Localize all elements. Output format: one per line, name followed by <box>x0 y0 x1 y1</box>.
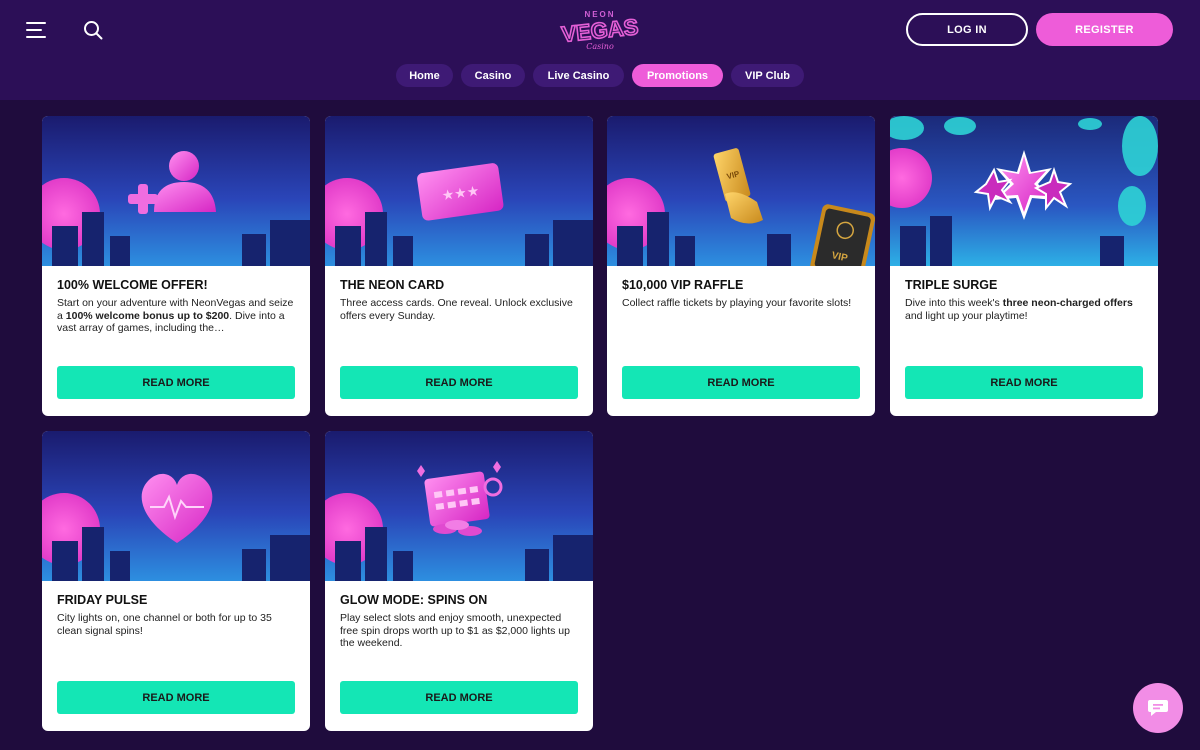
read-more-button[interactable]: READ MORE <box>340 681 578 714</box>
read-more-button[interactable]: READ MORE <box>57 366 295 399</box>
promo-image: ★★★ <box>325 116 593 266</box>
promo-card-glow-mode: GLOW MODE: SPINS ON Play select slots an… <box>325 431 593 731</box>
promo-image <box>42 116 310 266</box>
search-icon[interactable] <box>83 20 103 40</box>
promo-image <box>325 431 593 581</box>
logo-sub-text: Casino <box>586 42 614 51</box>
promo-card-welcome: 100% WELCOME OFFER! Start on your advent… <box>42 116 310 416</box>
promo-card-vip-raffle: VIP VIP $10,000 VIP RAFFLE Collect raffl… <box>607 116 875 416</box>
tab-live-casino[interactable]: Live Casino <box>533 64 624 87</box>
promo-description: Dive into this week's three neon-charged… <box>905 297 1133 322</box>
promo-description: Collect raffle tickets by playing your f… <box>622 297 852 309</box>
site-header: NEON VEGAS Casino LOG IN REGISTER Home C… <box>0 0 1200 100</box>
promo-title: GLOW MODE: SPINS ON <box>340 593 488 607</box>
promo-title: 100% WELCOME OFFER! <box>57 278 208 292</box>
promo-title: FRIDAY PULSE <box>57 593 148 607</box>
tab-promotions[interactable]: Promotions <box>632 64 723 87</box>
read-more-button[interactable]: READ MORE <box>905 366 1143 399</box>
chat-button[interactable] <box>1133 683 1183 733</box>
promo-title: THE NEON CARD <box>340 278 445 292</box>
neonvegas-logo[interactable]: NEON VEGAS Casino <box>558 6 642 52</box>
read-more-button[interactable]: READ MORE <box>340 366 578 399</box>
promo-card-neon-card: ★★★ THE NEON CARD Three access cards. On… <box>325 116 593 416</box>
promo-title: $10,000 VIP RAFFLE <box>622 278 744 292</box>
promo-image <box>42 431 310 581</box>
promo-card-friday-pulse: FRIDAY PULSE City lights on, one channel… <box>42 431 310 731</box>
promo-card-triple-surge: TRIPLE SURGE Dive into this week's three… <box>890 116 1158 416</box>
main-nav: Home Casino Live Casino Promotions VIP C… <box>0 64 1200 88</box>
promo-title: TRIPLE SURGE <box>905 278 998 292</box>
promo-description: City lights on, one channel or both for … <box>57 612 272 637</box>
register-button[interactable]: REGISTER <box>1036 13 1173 46</box>
tab-vip-club[interactable]: VIP Club <box>731 64 804 87</box>
promo-description: Three access cards. One reveal. Unlock e… <box>340 297 573 322</box>
read-more-button[interactable]: READ MORE <box>622 366 860 399</box>
promo-description: Start on your adventure with NeonVegas a… <box>57 297 294 334</box>
tab-home[interactable]: Home <box>396 64 453 87</box>
tab-casino[interactable]: Casino <box>461 64 525 87</box>
promo-description: Play select slots and enjoy smooth, unex… <box>340 612 570 649</box>
promo-image: VIP VIP <box>607 116 875 266</box>
read-more-button[interactable]: READ MORE <box>57 681 295 714</box>
login-button[interactable]: LOG IN <box>906 13 1028 46</box>
hamburger-menu-icon[interactable] <box>26 20 48 40</box>
promo-image <box>890 116 1158 266</box>
chat-icon <box>1148 700 1168 716</box>
